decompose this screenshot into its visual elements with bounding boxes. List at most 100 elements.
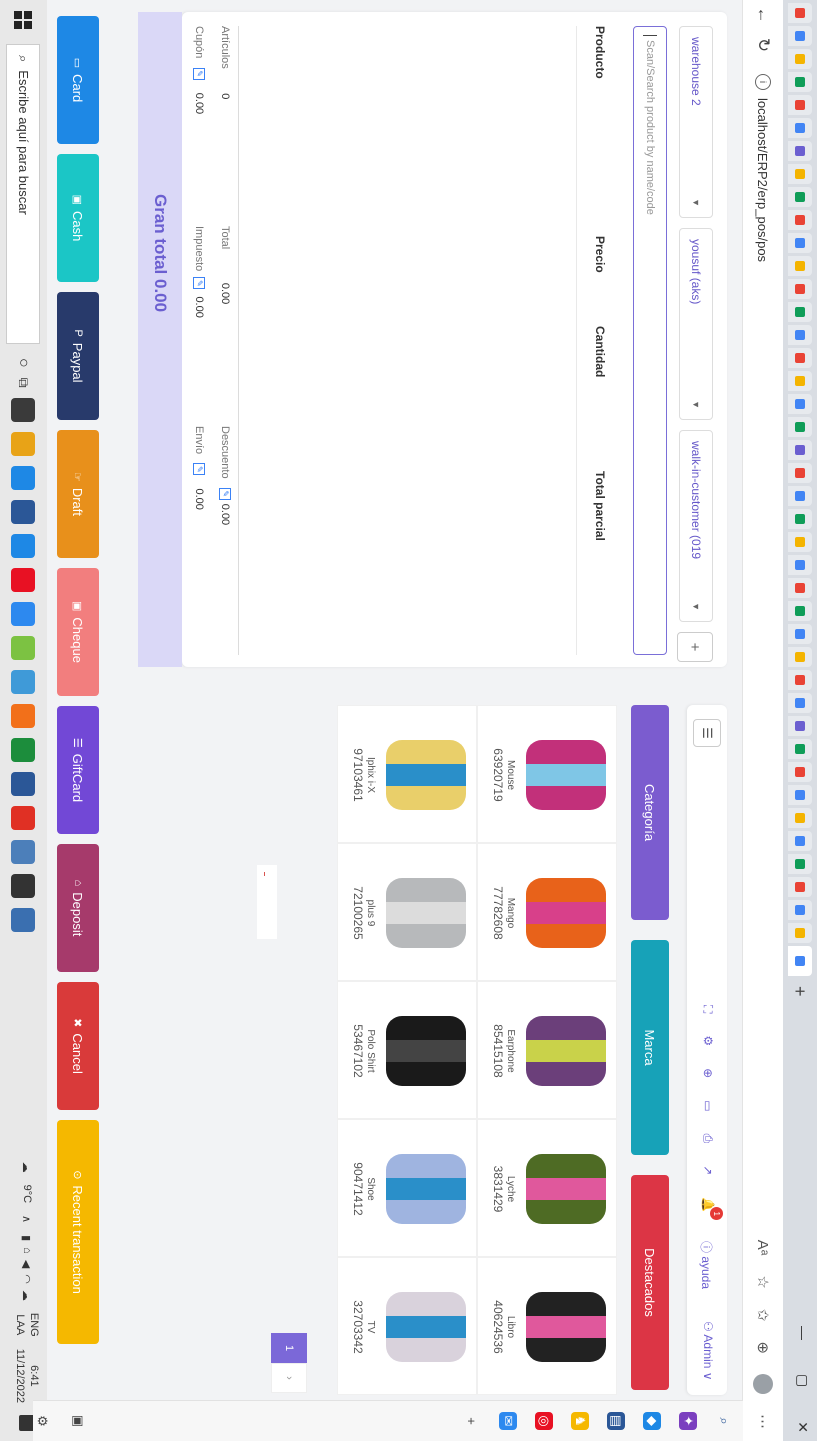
browser-tab[interactable] [788,555,812,575]
pay-card-button[interactable]: ▭ Card [57,16,99,144]
product-search-input[interactable]: Scan/Search product by name/code [633,26,667,655]
sidebar-tools-icon[interactable]: ▤ [607,1412,625,1430]
url-text[interactable]: localhost/ERP2/erp_pos/pos [756,98,771,262]
favorite-star-icon[interactable]: ☆ [754,1275,772,1288]
pay-cancel-button[interactable]: ✖ Cancel [57,982,99,1110]
edit-coupon-icon[interactable]: ✎ [192,67,205,80]
pay-cash-button[interactable]: ▣ Cash [57,154,99,282]
browser-tab[interactable] [788,141,812,161]
cortana-icon[interactable]: ○ [15,358,33,368]
profile-avatar[interactable] [753,1374,773,1394]
fullscreen-icon[interactable]: ⛶ [700,1005,715,1013]
taskbar-app-icon[interactable] [11,737,36,762]
product-card[interactable]: Polo Shirt 53467102 [337,981,477,1119]
next-page-button[interactable]: › [271,1363,307,1393]
edit-tax-icon[interactable]: ✎ [192,277,205,290]
sidebar-layout-icon[interactable]: ▣ [69,1412,87,1430]
browser-tab[interactable] [788,187,812,207]
browser-tab[interactable] [788,49,812,69]
sidebar-outlook-icon[interactable]: ✉ [499,1412,517,1430]
browser-tab[interactable] [788,624,812,644]
new-tab-button[interactable]: + [790,986,811,997]
product-card[interactable]: Earphone 85415108 [477,981,617,1119]
taskbar-app-icon[interactable] [11,771,36,796]
page-1-button[interactable]: 1 [271,1333,307,1363]
favorites-icon[interactable]: ✩ [754,1309,772,1322]
language-indicator[interactable]: ENG LAA [13,1313,41,1337]
sidebar-discover-icon[interactable]: ✦ [679,1412,697,1430]
taskbar-app-icon[interactable] [11,431,36,456]
taskbar-app-icon[interactable] [11,839,36,864]
user-select[interactable]: yousuf (aks) ▼ [679,228,713,420]
sidebar-add-icon[interactable]: + [463,1412,481,1430]
pay-paypal-button[interactable]: P Paypal [57,292,99,420]
sidebar-shopping-icon[interactable]: ◆ [643,1412,661,1430]
minimize-button[interactable]: — [794,1326,811,1340]
collections-icon[interactable]: ⊕ [754,1341,772,1354]
browser-tab[interactable] [788,118,812,138]
chart-icon[interactable]: ↗ [700,1165,715,1175]
taskbar-app-icon[interactable] [11,907,36,932]
taskbar-app-icon[interactable] [11,669,36,694]
edit-shipping-icon[interactable]: ✎ [192,463,205,476]
browser-tab[interactable] [788,463,812,483]
product-card[interactable]: Lyche 3831429 [477,1119,617,1257]
warehouse-select[interactable]: warehouse 2 ▼ [679,26,713,218]
browser-tab[interactable] [788,923,812,943]
close-window-button[interactable]: ✕ [794,1421,811,1433]
browser-tab[interactable] [788,762,812,782]
add-customer-button[interactable]: + [677,632,713,662]
browser-tab[interactable] [788,279,812,299]
browser-tab[interactable] [788,946,812,976]
browser-tab[interactable] [788,95,812,115]
taskbar-app-icon[interactable] [11,873,36,898]
taskbar-app-icon[interactable] [11,465,36,490]
sidebar-office-icon[interactable]: ◎ [535,1412,553,1430]
product-card[interactable]: Iphix i-X 97103461 [337,705,477,843]
browser-tab[interactable] [788,233,812,253]
filter-button-marca[interactable]: Marca [631,940,669,1155]
browser-tab[interactable] [788,693,812,713]
browser-tab[interactable] [788,647,812,667]
edit-discount-icon[interactable]: ✎ [218,487,231,500]
screen-icon[interactable]: ▭ [700,1100,715,1111]
product-card[interactable]: Mango 77782608 [477,843,617,981]
reload-icon[interactable]: ↻ [753,30,773,60]
print-icon[interactable]: ⎙ [700,1134,715,1144]
read-aloud-icon[interactable]: Aᵃ [755,1240,772,1256]
maximize-button[interactable]: ▢ [794,1374,811,1387]
browser-tab[interactable] [788,509,812,529]
sidebar-games-icon[interactable]: ♞ [571,1412,589,1430]
browser-tab[interactable] [788,808,812,828]
browser-tab[interactable] [788,601,812,621]
taskbar-app-icon[interactable] [11,635,36,660]
volume-icon[interactable]: ◀ [21,1260,34,1268]
browser-tab[interactable] [788,164,812,184]
wifi-icon[interactable]: ◠ [21,1274,34,1284]
browser-tab[interactable] [788,302,812,322]
site-info-icon[interactable]: i [755,74,771,90]
browser-tab[interactable] [788,578,812,598]
product-card[interactable]: plus 9 72100265 [337,843,477,981]
pay-giftcard-button[interactable]: ☰ GiftCard [57,706,99,834]
product-card[interactable]: Libro 40624536 [477,1257,617,1395]
browser-tab[interactable] [788,831,812,851]
weather-text[interactable]: 9°C [21,1185,33,1203]
windows-start-icon[interactable] [0,0,47,40]
browser-tab[interactable] [788,325,812,345]
browser-tab[interactable] [788,900,812,920]
notification-bell-icon[interactable]: 🔔 1 [700,1197,723,1221]
browser-tab[interactable] [788,256,812,276]
sidebar-settings-icon[interactable]: ⚙ [33,1412,51,1430]
admin-menu[interactable]: ⚇ Admin ∨ [701,1321,715,1381]
task-view-icon[interactable]: ⧉ [15,378,32,388]
browser-tab[interactable] [788,532,812,552]
filter-button-destacados[interactable]: Destacados [631,1175,669,1390]
browser-tab[interactable] [788,440,812,460]
taskbar-app-icon[interactable] [11,567,36,592]
taskbar-app-icon[interactable] [11,397,36,422]
browser-tab[interactable] [788,854,812,874]
browser-tab[interactable] [788,210,812,230]
browser-tab[interactable] [788,348,812,368]
browser-tab[interactable] [788,670,812,690]
